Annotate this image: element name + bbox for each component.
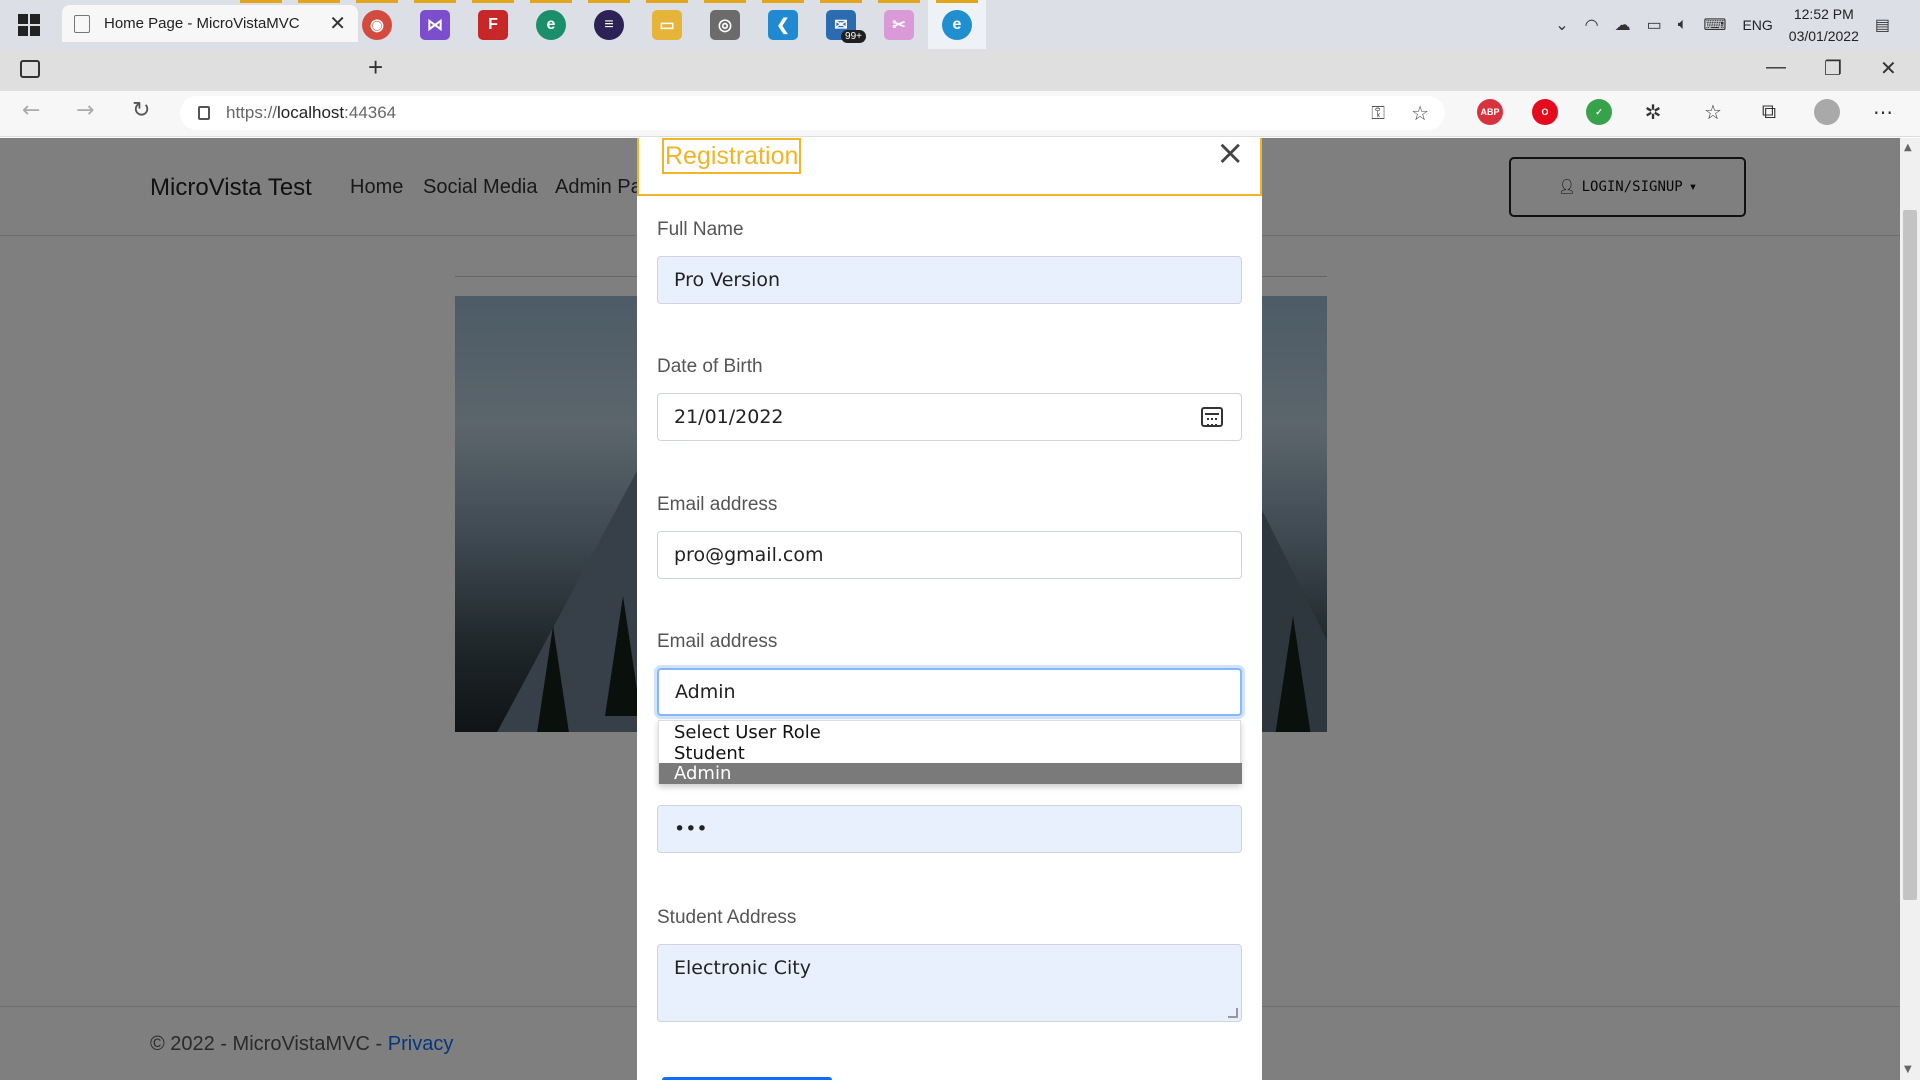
url-host: localhost [277,103,345,122]
page-favicon-icon [74,14,90,33]
email-field[interactable]: pro@gmail.com [657,531,1242,579]
close-window-icon[interactable]: ✕ [1880,56,1897,81]
tab-actions-icon[interactable] [20,60,40,78]
windows-start-icon[interactable] [0,0,58,49]
profile-avatar-icon[interactable] [1814,99,1840,125]
clock-date: 03/01/2022 [1788,27,1859,44]
user-role-dropdown: Select User Role Student Admin [658,720,1242,784]
mail-app-icon[interactable]: ✉ 99+ [812,0,870,49]
file-explorer-app-icon[interactable]: ▭ [638,0,696,49]
keyboard-icon[interactable]: ⌨ [1703,15,1726,35]
full-name-label: Full Name [657,219,744,240]
dob-value: 21/01/2022 [674,406,784,428]
user-role-select[interactable]: Admin [657,668,1242,716]
system-tray: ⌄ ◠ ☁ ▭ 🔈︎ ⌨ ENG 12:52 PM 03/01/2022 ▤ [1555,0,1920,49]
scroll-up-icon[interactable]: ▲ [1904,142,1912,153]
collections-icon[interactable]: ⧉ [1756,99,1782,125]
role-option-admin[interactable]: Admin [659,763,1242,784]
battery-icon[interactable]: ▭ [1647,15,1662,35]
resize-grip-icon[interactable] [1228,1008,1238,1018]
notifications-icon[interactable]: ▤ [1875,15,1890,35]
password-key-icon[interactable]: ⚿ [1371,103,1385,124]
minimize-icon[interactable]: — [1766,56,1786,79]
url-port: :44364 [344,103,397,122]
address-value: Electronic City [674,957,811,979]
dob-field[interactable]: 21/01/2022 [657,393,1242,441]
dob-label: Date of Birth [657,356,763,377]
camera-app-icon[interactable]: ◎ [696,0,754,49]
opera-extension-icon[interactable]: O [1532,99,1558,125]
scroll-down-icon[interactable]: ▼ [1904,1064,1912,1075]
back-icon[interactable]: ← [22,98,40,123]
address-label: Student Address [657,907,797,928]
chevron-up-icon[interactable]: ⌄ [1555,15,1568,35]
browser-tab[interactable]: Home Page - MicroVistaMVC ✕ [62,5,358,42]
address-bar[interactable]: https://localhost:44364 ⚿ ☆ [180,96,1445,130]
onedrive-icon[interactable]: ☁ [1615,15,1631,35]
password-field[interactable]: ••• [657,805,1242,853]
add-favorite-icon[interactable]: ☆ [1411,101,1429,126]
extensions-icon[interactable]: ✲ [1640,99,1666,125]
modal-header: Registration × [637,136,1262,196]
close-tab-icon[interactable]: ✕ [329,11,346,36]
clock-time: 12:52 PM [1793,5,1854,22]
eclipse-app-icon[interactable]: ≡ [580,0,638,49]
full-name-field[interactable]: Pro Version [657,256,1242,304]
filezilla-app-icon[interactable]: F [464,0,522,49]
language-indicator[interactable]: ENG [1742,17,1772,33]
address-textarea[interactable]: Electronic City [657,944,1242,1022]
refresh-icon[interactable]: ↻ [132,98,150,123]
calendar-icon[interactable] [1201,407,1223,427]
restore-icon[interactable]: ❐ [1824,56,1842,81]
role-option-select[interactable]: Select User Role [659,722,1242,743]
clock[interactable]: 12:52 PM 03/01/2022 [1789,3,1859,47]
url-scheme: https:// [226,103,278,122]
edge-app-icon[interactable]: e [928,0,986,49]
volume-icon[interactable]: 🔈︎ [1678,16,1688,34]
forward-icon[interactable]: → [76,98,94,123]
lock-icon[interactable] [198,106,210,120]
visual-studio-app-icon[interactable]: ⋈ [406,0,464,49]
close-icon[interactable]: × [1216,136,1245,170]
edge-dev-app-icon[interactable]: e [522,0,580,49]
registration-modal: Registration × Full Name Pro Version Dat… [637,136,1262,1080]
wifi-icon[interactable]: ◠ [1585,15,1599,35]
snipping-tool-app-icon[interactable]: ✂ [870,0,928,49]
role-label: Email address [657,631,778,652]
adblock-plus-extension-icon[interactable]: ABP [1477,99,1503,125]
favorites-icon[interactable]: ☆ [1700,99,1726,125]
role-option-student[interactable]: Student [659,743,1242,764]
scrollbar-thumb[interactable] [1903,210,1917,900]
vscode-app-icon[interactable]: ❮ [754,0,812,49]
more-options-icon[interactable]: ⋯ [1870,99,1896,125]
shield-extension-icon[interactable]: ✓ [1586,99,1612,125]
browser-tab-strip [0,49,1920,91]
modal-title: Registration [662,138,802,174]
tab-title: Home Page - MicroVistaMVC [104,15,300,32]
mail-badge: 99+ [841,30,866,43]
email-label: Email address [657,494,778,515]
new-tab-icon[interactable]: + [368,52,383,83]
